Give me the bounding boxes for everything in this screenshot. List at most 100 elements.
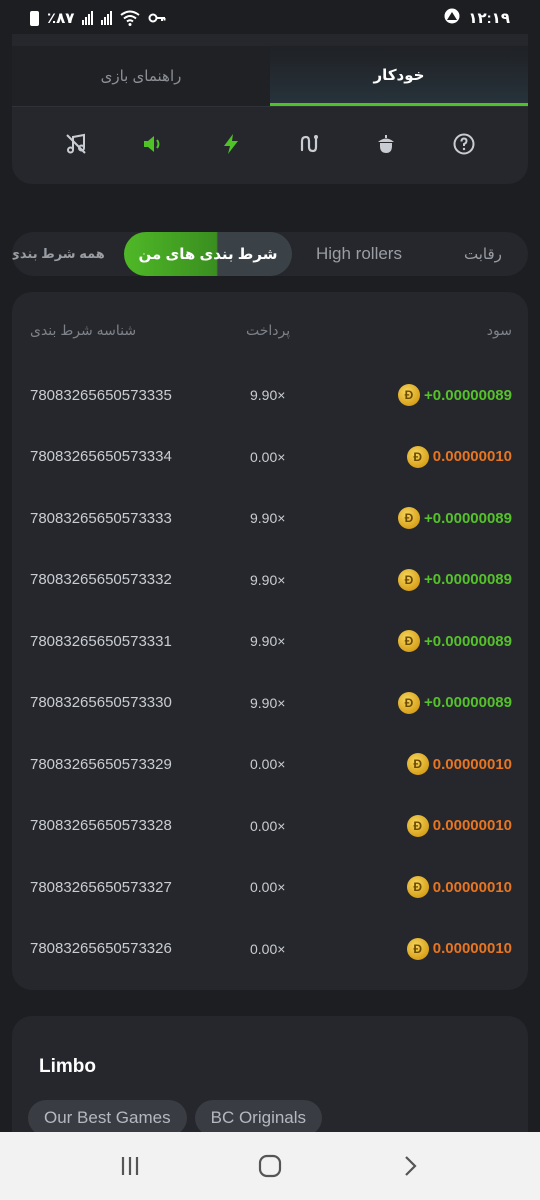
bet-payout: 0.00× bbox=[250, 448, 286, 465]
tab-divider bbox=[12, 106, 528, 107]
coin-icon: Đ bbox=[406, 814, 429, 837]
header-payout: پرداخت bbox=[246, 322, 291, 338]
profit-amount: +0.00000089 bbox=[423, 509, 512, 527]
bet-payout: 9.90× bbox=[250, 694, 286, 711]
status-left: ٪۸۷ bbox=[30, 9, 166, 27]
bet-id: 78083265650573327 bbox=[30, 878, 172, 896]
table-row[interactable]: 78083265650573332 9.90× Đ +0.00000089 bbox=[12, 565, 528, 595]
battery-icon bbox=[30, 10, 39, 26]
battery-level: ٪۸۷ bbox=[47, 10, 75, 27]
bet-payout: 0.00× bbox=[250, 756, 286, 772]
bet-payout: 0.00× bbox=[250, 817, 286, 834]
profit-amount: 0.00000010 bbox=[432, 940, 512, 957]
bet-payout: 9.90× bbox=[250, 510, 286, 526]
profit-amount: 0.00000010 bbox=[432, 878, 512, 896]
route-icon[interactable] bbox=[291, 126, 327, 162]
bet-id: 78083265650573335 bbox=[30, 386, 172, 404]
bet-id: 78083265650573333 bbox=[30, 509, 172, 527]
profit-amount: 0.00000010 bbox=[432, 817, 512, 834]
music-off-icon[interactable] bbox=[58, 126, 94, 162]
tab-auto[interactable]: خودکار bbox=[270, 46, 528, 106]
back-icon[interactable] bbox=[380, 1136, 440, 1196]
bet-profit: Đ +0.00000089 bbox=[397, 384, 512, 406]
table-row[interactable]: 78083265650573333 9.90× Đ +0.00000089 bbox=[12, 503, 528, 533]
profit-amount: 0.00000010 bbox=[432, 755, 512, 773]
coin-icon: Đ bbox=[397, 691, 420, 714]
clock: ۱۲:۱۹ bbox=[468, 10, 510, 27]
tab-competition[interactable]: رقابت bbox=[464, 232, 502, 276]
table-header: سود پرداخت شناسه شرط بندی bbox=[12, 322, 528, 346]
profit-amount: +0.00000089 bbox=[423, 571, 512, 588]
coin-icon: Đ bbox=[406, 753, 429, 775]
status-bar: ٪۸۷ ۱۲:۱۹ bbox=[0, 0, 540, 36]
coin-icon: Đ bbox=[406, 937, 429, 960]
signal-icon bbox=[82, 11, 94, 25]
game-controls-card: راهنمای بازی خودکار bbox=[12, 34, 528, 184]
mode-tabs: راهنمای بازی خودکار bbox=[12, 46, 528, 106]
wifi-icon bbox=[120, 10, 141, 26]
lightning-icon[interactable] bbox=[213, 126, 249, 162]
bet-id: 78083265650573330 bbox=[30, 694, 172, 711]
chip-our-best-games[interactable]: Our Best Games bbox=[28, 1100, 187, 1136]
profit-amount: +0.00000089 bbox=[423, 632, 512, 650]
bet-id: 78083265650573329 bbox=[30, 755, 172, 773]
table-row[interactable]: 78083265650573328 0.00× Đ 0.00000010 bbox=[12, 811, 528, 841]
bet-id: 78083265650573334 bbox=[30, 448, 172, 465]
sound-on-icon[interactable] bbox=[135, 126, 171, 162]
table-row[interactable]: 78083265650573334 0.00× Đ 0.00000010 bbox=[12, 442, 528, 472]
coin-icon: Đ bbox=[397, 384, 420, 406]
table-row[interactable]: 78083265650573330 9.90× Đ +0.00000089 bbox=[12, 688, 528, 718]
bet-id: 78083265650573326 bbox=[30, 940, 172, 957]
table-row[interactable]: 78083265650573335 9.90× Đ +0.00000089 bbox=[12, 380, 528, 410]
coin-icon: Đ bbox=[397, 507, 420, 529]
game-settings-icons bbox=[12, 124, 528, 164]
bet-filter-tabs: همه شرط بندی شرط بندی های من High roller… bbox=[12, 232, 528, 276]
app-notification-icon bbox=[444, 8, 460, 28]
bet-profit: Đ +0.00000089 bbox=[397, 568, 512, 591]
game-title: Limbo bbox=[39, 1056, 96, 1077]
table-row[interactable]: 78083265650573327 0.00× Đ 0.00000010 bbox=[12, 872, 528, 902]
bet-payout: 0.00× bbox=[250, 940, 286, 957]
recent-apps-icon[interactable] bbox=[100, 1136, 160, 1196]
bet-profit: Đ +0.00000089 bbox=[397, 507, 512, 529]
profit-amount: +0.00000089 bbox=[423, 694, 512, 711]
header-bet-id: شناسه شرط بندی bbox=[30, 322, 137, 338]
game-tags: Our Best Games BC Originals bbox=[28, 1100, 323, 1136]
acorn-icon[interactable] bbox=[368, 126, 404, 162]
table-row[interactable]: 78083265650573331 9.90× Đ +0.00000089 bbox=[12, 626, 528, 656]
tab-my-bets[interactable]: شرط بندی های من bbox=[124, 232, 292, 276]
bet-payout: 9.90× bbox=[250, 387, 286, 403]
coin-icon: Đ bbox=[397, 630, 420, 652]
bet-id: 78083265650573328 bbox=[30, 817, 172, 834]
home-icon[interactable] bbox=[240, 1136, 300, 1196]
bet-payout: 0.00× bbox=[250, 879, 286, 895]
bet-profit: Đ 0.00000010 bbox=[406, 753, 512, 775]
bet-payout: 9.90× bbox=[250, 571, 286, 588]
chip-bc-originals[interactable]: BC Originals bbox=[194, 1100, 323, 1136]
bet-payout: 9.90× bbox=[250, 633, 286, 649]
profit-amount: 0.00000010 bbox=[432, 448, 512, 465]
bet-id: 78083265650573332 bbox=[30, 571, 172, 588]
profit-amount: +0.00000089 bbox=[423, 386, 512, 404]
system-nav-bar bbox=[0, 1132, 540, 1200]
signal-icon-2 bbox=[101, 11, 113, 25]
table-row[interactable]: 78083265650573326 0.00× Đ 0.00000010 bbox=[12, 934, 528, 964]
table-row[interactable]: 78083265650573329 0.00× Đ 0.00000010 bbox=[12, 749, 528, 779]
bet-id: 78083265650573331 bbox=[30, 632, 172, 650]
status-right: ۱۲:۱۹ bbox=[444, 8, 510, 28]
vpn-key-icon bbox=[148, 12, 166, 24]
bet-profit: Đ 0.00000010 bbox=[406, 445, 512, 468]
coin-icon: Đ bbox=[397, 568, 420, 591]
help-icon[interactable] bbox=[446, 126, 482, 162]
tab-game-guide[interactable]: راهنمای بازی bbox=[12, 46, 270, 106]
tab-high-rollers[interactable]: High rollers bbox=[316, 232, 402, 276]
bet-profit: Đ 0.00000010 bbox=[406, 814, 512, 837]
bet-profit: Đ +0.00000089 bbox=[397, 691, 512, 714]
bet-profit: Đ 0.00000010 bbox=[406, 876, 512, 898]
coin-icon: Đ bbox=[406, 876, 429, 898]
bet-profit: Đ +0.00000089 bbox=[397, 630, 512, 652]
tab-all-bets[interactable]: همه شرط بندی bbox=[12, 232, 105, 276]
bets-table: سود پرداخت شناسه شرط بندی 78083265650573… bbox=[12, 292, 528, 990]
coin-icon: Đ bbox=[406, 445, 429, 468]
bet-profit: Đ 0.00000010 bbox=[406, 937, 512, 960]
